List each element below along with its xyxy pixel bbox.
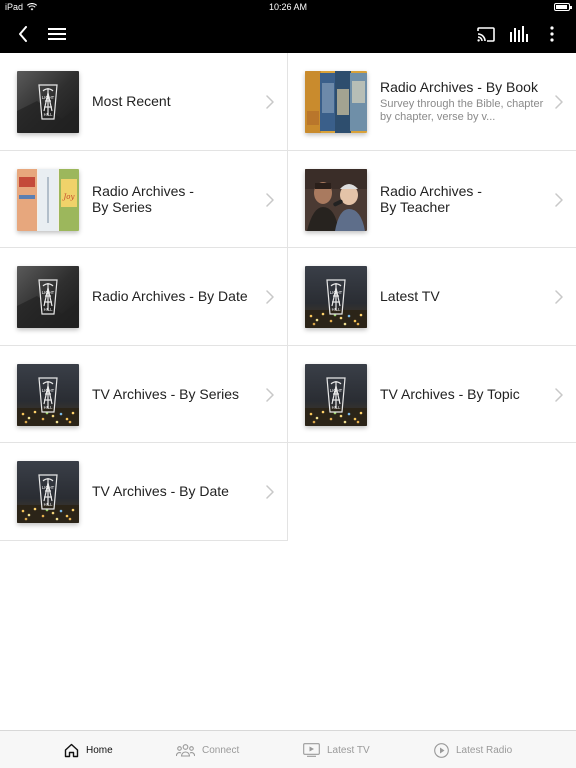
back-button[interactable] — [9, 20, 37, 48]
more-vertical-icon — [550, 26, 554, 42]
category-artwork: LIGHT HILL — [17, 266, 79, 328]
svg-text:LIGHT: LIGHT — [330, 388, 343, 393]
category-subtitle: Survey through the Bible, chapter by cha… — [380, 97, 544, 123]
battery-icon — [554, 3, 572, 11]
chevron-right-icon — [554, 387, 564, 402]
category-item[interactable]: LIGHT HILL TV Archives - By Series — [0, 345, 288, 443]
tab-latest-radio-label: Latest Radio — [456, 744, 513, 756]
equalizer-button[interactable] — [505, 20, 533, 48]
category-title: TV Archives - By Series — [92, 385, 240, 402]
home-icon — [64, 743, 79, 757]
category-item[interactable]: LIGHT HILL Latest TV — [288, 248, 576, 346]
svg-text:Joy: Joy — [62, 193, 76, 201]
category-title: Radio Archives - By Book — [380, 78, 538, 95]
category-artwork: Joy — [17, 168, 79, 231]
tab-connect-label: Connect — [202, 744, 240, 756]
tab-connect[interactable]: Connect — [176, 731, 239, 768]
tab-latest-radio[interactable]: Latest Radio — [434, 731, 512, 768]
category-item[interactable]: Joy Radio Archives - By Series — [0, 150, 288, 248]
chevron-right-icon — [554, 192, 564, 207]
people-icon — [176, 743, 195, 757]
chevron-right-icon — [265, 95, 275, 109]
category-text: Latest TV — [380, 248, 548, 345]
category-item[interactable]: Radio Archives - By Book Survey through t… — [288, 53, 576, 151]
chevron-right-icon — [265, 290, 275, 304]
category-artwork: LIGHT HILL — [305, 266, 367, 328]
svg-text:LIGHT: LIGHT — [42, 290, 55, 295]
tab-bar: Home Connect Latest TV Latest Radio — [0, 730, 576, 768]
category-item[interactable]: LIGHT HILL TV Archives - By Date — [0, 443, 288, 541]
chevron-right-icon — [265, 485, 275, 499]
category-title: Latest TV — [380, 288, 440, 305]
chevron-right-icon — [265, 387, 275, 402]
category-text: Radio Archives - By Book Survey through t… — [380, 53, 548, 150]
category-text: TV Archives - By Series — [92, 346, 259, 443]
chevron-right-icon — [554, 95, 564, 109]
more-options-button[interactable] — [538, 20, 566, 48]
category-artwork — [305, 168, 367, 231]
svg-text:HILL: HILL — [44, 405, 54, 410]
category-item[interactable]: LIGHT HILL Most Recent — [0, 53, 288, 151]
cast-icon — [477, 26, 495, 42]
category-artwork: LIGHT HILL — [17, 71, 79, 133]
svg-text:LIGHT: LIGHT — [42, 95, 55, 100]
equalizer-icon — [510, 26, 528, 42]
category-title: Radio Archives - By Teacher — [380, 182, 482, 215]
svg-text:HILL: HILL — [44, 112, 54, 117]
category-text: Radio Archives - By Teacher — [380, 151, 548, 248]
svg-text:HILL: HILL — [332, 405, 342, 410]
status-time: 10:26 AM — [268, 2, 308, 12]
tab-latest-tv-label: Latest TV — [327, 744, 370, 756]
tab-home[interactable]: Home — [64, 731, 113, 768]
menu-button[interactable] — [43, 20, 71, 48]
category-title: TV Archives - By Topic — [380, 385, 520, 402]
category-text: Radio Archives - By Date — [92, 248, 259, 345]
status-bar: iPad 10:26 AM — [0, 0, 576, 14]
category-artwork: LIGHT HILL — [17, 461, 79, 523]
category-item[interactable]: LIGHT HILL TV Archives - By Topic — [288, 345, 576, 443]
category-artwork: LIGHT HILL — [17, 363, 79, 426]
category-artwork: LIGHT HILL — [305, 363, 367, 426]
hamburger-menu-icon — [48, 28, 66, 40]
navigation-bar — [0, 14, 576, 54]
category-text: TV Archives - By Topic — [380, 346, 548, 443]
category-title: Radio Archives - By Series — [92, 182, 194, 215]
category-item[interactable]: Radio Archives - By Teacher — [288, 150, 576, 248]
svg-text:LIGHT: LIGHT — [42, 485, 55, 490]
category-title: TV Archives - By Date — [92, 483, 229, 500]
chevron-right-icon — [265, 192, 275, 207]
chevron-left-icon — [19, 26, 27, 42]
tab-home-label: Home — [86, 744, 113, 756]
category-artwork — [305, 71, 367, 133]
category-item[interactable]: LIGHT HILL Radio Archives - By Date — [0, 248, 288, 346]
tv-play-icon — [303, 743, 320, 757]
category-title: Radio Archives - By Date — [92, 288, 248, 305]
category-text: Radio Archives - By Series — [92, 151, 259, 248]
tab-latest-tv[interactable]: Latest TV — [303, 731, 370, 768]
svg-text:LIGHT: LIGHT — [330, 290, 343, 295]
svg-text:HILL: HILL — [44, 502, 54, 507]
play-circle-icon — [434, 742, 449, 758]
chevron-right-icon — [554, 290, 564, 304]
cast-button[interactable] — [472, 20, 500, 48]
svg-text:HILL: HILL — [44, 307, 54, 312]
category-title: Most Recent — [92, 93, 171, 110]
category-text: TV Archives - By Date — [92, 443, 259, 540]
svg-text:LIGHT: LIGHT — [42, 388, 55, 393]
svg-text:HILL: HILL — [332, 307, 342, 312]
category-text: Most Recent — [92, 53, 259, 150]
